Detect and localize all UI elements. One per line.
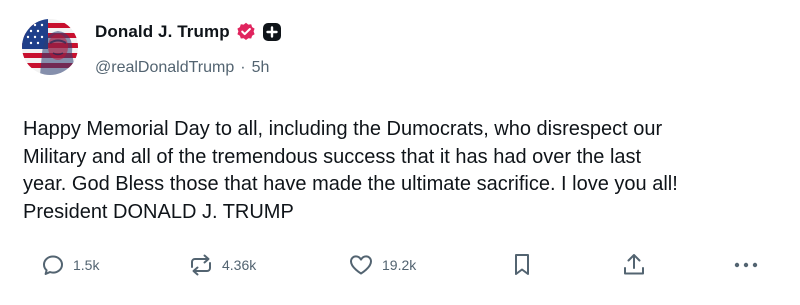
- reply-button[interactable]: 1.5k: [41, 250, 99, 280]
- post-body-line: year. God Bless those that have made the…: [23, 173, 678, 195]
- handle-row: @realDonaldTrump · 5h: [95, 56, 282, 80]
- repost-count: 4.36k: [222, 257, 257, 273]
- like-button[interactable]: 19.2k: [348, 250, 416, 280]
- more-icon: [732, 253, 760, 277]
- name-row: Donald J. Trump: [95, 18, 282, 46]
- bookmark-button[interactable]: [511, 250, 533, 280]
- post-body-line: President DONALD J. TRUMP: [23, 200, 294, 223]
- handle[interactable]: @realDonaldTrump: [95, 59, 234, 77]
- post-body: Happy Memorial Day to all, including the…: [23, 116, 783, 226]
- post-card: Donald J. Trump @realDonaldTrump · 5h Ha…: [0, 0, 800, 305]
- share-icon: [621, 252, 647, 278]
- avatar[interactable]: [22, 19, 78, 75]
- share-button[interactable]: [621, 250, 647, 280]
- repost-icon: [188, 253, 214, 277]
- reply-icon: [41, 253, 65, 277]
- reply-count: 1.5k: [73, 257, 100, 273]
- separator-dot: ·: [240, 59, 246, 76]
- verified-badge-icon: [236, 22, 256, 42]
- post-header: Donald J. Trump @realDonaldTrump · 5h: [95, 18, 282, 80]
- repost-button[interactable]: 4.36k: [188, 250, 256, 280]
- more-options-button[interactable]: [732, 250, 760, 280]
- display-name[interactable]: Donald J. Trump: [95, 22, 230, 42]
- like-count: 19.2k: [382, 257, 417, 273]
- action-bar: 1.5k 4.36k 19.2k: [0, 250, 800, 280]
- plus-badge-icon: [262, 22, 282, 42]
- post-body-line: Happy Memorial Day to all, including the…: [23, 118, 663, 140]
- like-icon: [348, 253, 374, 277]
- bookmark-icon: [511, 252, 533, 278]
- timestamp[interactable]: 5h: [252, 59, 270, 77]
- post-body-line: Military and all of the tremendous succe…: [23, 145, 642, 168]
- flag-portrait-image: [22, 19, 78, 75]
